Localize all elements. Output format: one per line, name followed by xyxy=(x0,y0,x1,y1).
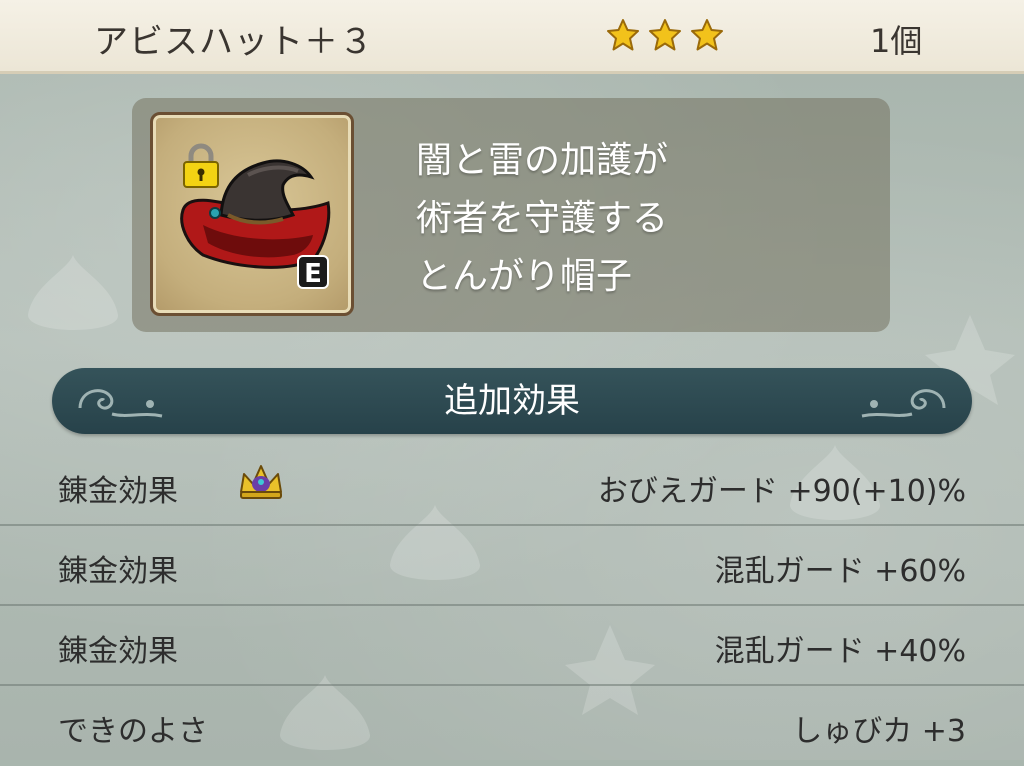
effect-value: 混乱ガード +40% xyxy=(714,634,966,669)
equipped-badge: E xyxy=(297,255,329,289)
crown-icon xyxy=(240,465,282,499)
effect-row: 錬金効果 混乱ガード +60% xyxy=(0,526,1024,606)
rarity-stars xyxy=(606,18,724,52)
item-description: 闇と雷の加護が 術者を守護する とんがり帽子 xyxy=(416,132,856,306)
lock-icon xyxy=(183,143,219,188)
effect-label: できのよさ xyxy=(58,714,208,749)
item-name: アビスハット＋３ xyxy=(94,22,374,62)
effect-row: できのよさ しゅびカ +3 xyxy=(0,686,1024,766)
item-header: アビスハット＋３ 1個 xyxy=(0,0,1024,74)
item-quantity: 1個 xyxy=(870,22,923,60)
star-icon xyxy=(648,18,682,52)
ornament-swirl-icon xyxy=(861,389,946,418)
effect-value: しゅびカ +3 xyxy=(792,714,966,749)
effect-value: おびえガード +90(+10)% xyxy=(597,474,966,509)
effect-value: 混乱ガード +60% xyxy=(714,554,966,589)
effect-row: 錬金効果 おびえガード +90(+10)% xyxy=(0,446,1024,526)
description-line: 闇と雷の加護が xyxy=(416,140,669,181)
description-line: 術者を守護する xyxy=(416,198,669,239)
item-icon-frame[interactable]: E xyxy=(150,112,354,316)
effect-row: 錬金効果 混乱ガード +40% xyxy=(0,606,1024,686)
effect-label: 錬金効果 xyxy=(58,474,178,509)
additional-effects-banner: 追加効果 xyxy=(52,368,972,434)
star-icon xyxy=(606,18,640,52)
description-line: とんがり帽子 xyxy=(416,256,633,297)
effect-label: 錬金効果 xyxy=(58,634,178,669)
star-icon xyxy=(690,18,724,52)
slime-motif xyxy=(28,255,119,330)
effect-label: 錬金効果 xyxy=(58,554,178,589)
section-title: 追加効果 xyxy=(444,381,580,421)
